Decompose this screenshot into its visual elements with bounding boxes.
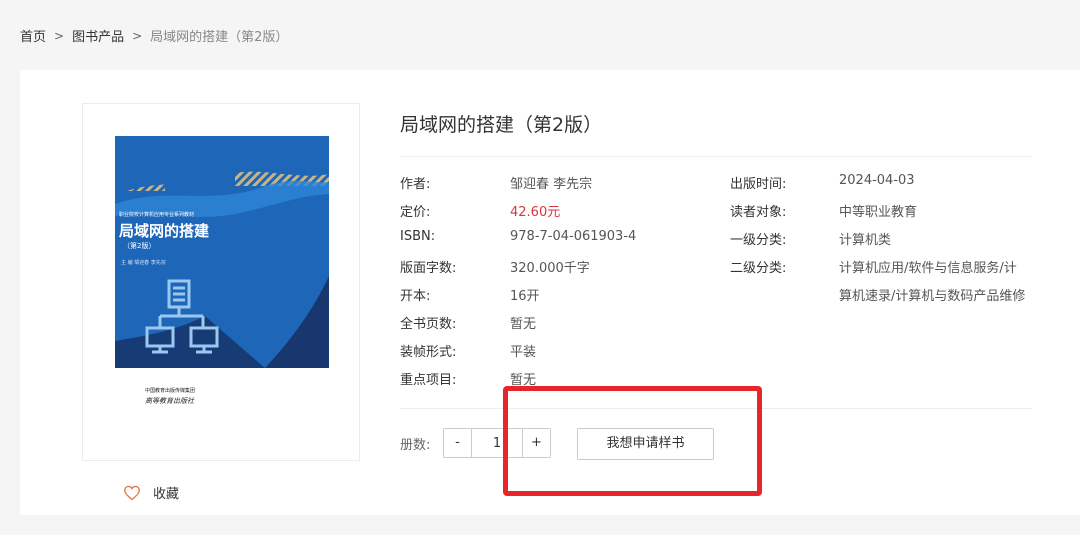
page-count-label: 全书页数: [400, 317, 457, 332]
publish-date-value: 2024-04-03 [839, 173, 915, 188]
primary-category-label: 一级分类: [730, 233, 787, 248]
book-title: 局域网的搭建（第2版） [400, 114, 603, 136]
breadcrumb-category[interactable]: 图书产品 [72, 26, 124, 45]
breadcrumb-separator: > [132, 28, 143, 43]
breadcrumb-current: 局域网的搭建（第2版） [150, 30, 289, 45]
binding-value: 平装 [510, 345, 537, 360]
key-project-label: 重点项目: [400, 373, 457, 388]
price-value: 42.60元 [510, 205, 561, 220]
book-cover-frame: 职业院校计算机应用专业系列教材 局域网的搭建 （第2版） 主 编 邹迎春 李先宗… [82, 103, 360, 461]
secondary-category-label: 二级分类: [730, 261, 787, 276]
book-cover-image: 职业院校计算机应用专业系列教材 局域网的搭建 （第2版） 主 编 邹迎春 李先宗… [115, 136, 329, 428]
quantity-label: 册数: [400, 438, 431, 453]
cover-publisher-logo: 高等教育出版社 [145, 397, 194, 405]
heart-icon [124, 485, 140, 500]
breadcrumb-home[interactable]: 首页 [20, 26, 46, 45]
format-label: 开本: [400, 289, 431, 304]
cover-art [115, 136, 329, 368]
title-divider [400, 156, 1032, 157]
format-value: 16开 [510, 289, 540, 304]
isbn-label: ISBN: [400, 229, 436, 244]
favorite-button[interactable]: 收藏 [123, 483, 179, 502]
cover-edition: （第2版） [123, 242, 156, 250]
cover-publisher: 中国教育出版传媒集团 [145, 388, 196, 394]
isbn-value: 978-7-04-061903-4 [510, 229, 637, 244]
cover-series-text: 职业院校计算机应用专业系列教材 [119, 212, 195, 218]
publish-date-label: 出版时间: [730, 177, 787, 192]
secondary-category-value: 计算机应用/软件与信息服务/计 [839, 261, 1017, 276]
binding-label: 装帧形式: [400, 345, 457, 360]
cover-title: 局域网的搭建 [119, 222, 210, 240]
author-label: 作者: [400, 177, 431, 192]
breadcrumb-separator: > [54, 28, 65, 43]
audience-label: 读者对象: [730, 205, 787, 220]
highlight-annotation-box [503, 386, 762, 496]
secondary-category-value-line2: 算机速录/计算机与数码产品维修 [839, 289, 1026, 304]
quantity-decrement-button[interactable]: - [444, 429, 471, 457]
audience-value: 中等职业教育 [839, 205, 918, 220]
breadcrumb: 首页 > 图书产品 > 局域网的搭建（第2版） [20, 26, 289, 46]
word-count-label: 版面字数: [400, 261, 457, 276]
page-count-value: 暂无 [510, 317, 537, 332]
cover-authors: 主 编 邹迎春 李先宗 [121, 260, 166, 266]
word-count-value: 320.000千字 [510, 261, 590, 276]
price-label: 定价: [400, 205, 431, 220]
author-value: 邹迎春 李先宗 [510, 177, 593, 192]
favorite-label: 收藏 [153, 487, 180, 502]
primary-category-value: 计算机类 [839, 233, 892, 248]
